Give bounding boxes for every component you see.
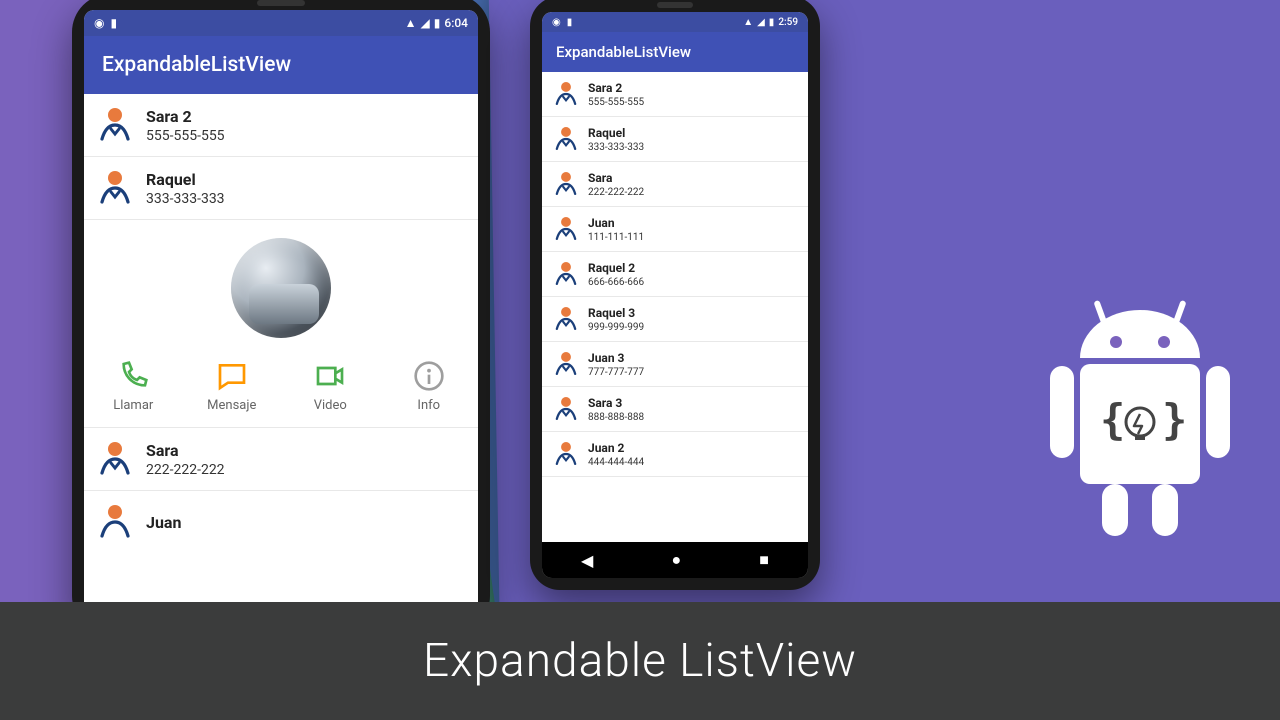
navigation-bar: ◀ ● ■	[542, 542, 808, 578]
banner-title: Expandable ListView	[423, 634, 857, 688]
wifi-icon: ▲	[405, 16, 417, 30]
contact-row[interactable]: Juan 2 444-444-444	[542, 432, 808, 477]
contact-name: Juan 2	[588, 441, 644, 455]
action-label: Llamar	[113, 398, 153, 413]
person-icon	[554, 125, 578, 153]
video-button[interactable]: Video	[295, 360, 365, 413]
svg-text:{: {	[1100, 395, 1125, 444]
contact-row[interactable]: Raquel 3 999-999-999	[542, 297, 808, 342]
notification-dot-icon: ◉	[552, 17, 561, 28]
app-title: ExpandableListView	[556, 43, 691, 61]
contact-row[interactable]: Juan 3 777-777-777	[542, 342, 808, 387]
contact-phone: 444-444-444	[588, 457, 644, 468]
person-icon	[554, 440, 578, 468]
contact-name: Juan	[146, 513, 181, 532]
action-label: Video	[314, 398, 347, 413]
contact-name: Raquel 2	[588, 261, 644, 275]
app-bar: ExpandableListView	[84, 36, 478, 94]
contact-phone: 333-333-333	[588, 142, 644, 153]
person-icon	[554, 260, 578, 288]
contact-phone: 666-666-666	[588, 277, 644, 288]
action-label: Mensaje	[207, 398, 256, 413]
contact-phone: 999-999-999	[588, 322, 644, 333]
contact-name: Raquel	[588, 126, 644, 140]
contact-name: Sara	[146, 441, 225, 460]
contact-row[interactable]: Sara 2 555-555-555	[84, 94, 478, 157]
android-robot-logo: { }	[1030, 300, 1250, 560]
nav-back-button[interactable]: ◀	[581, 551, 593, 570]
contact-name: Sara 3	[588, 396, 644, 410]
person-icon	[98, 440, 132, 478]
battery-charging-icon: ▮	[769, 17, 775, 28]
wifi-icon: ▲	[743, 17, 753, 28]
person-icon	[554, 305, 578, 333]
sd-card-icon: ▮	[110, 16, 117, 30]
screen-large: ◉ ▮ ▲ ◢ ▮ 6:04 ExpandableListView	[84, 10, 478, 618]
phone-icon	[117, 360, 149, 392]
contact-phone: 555-555-555	[146, 128, 225, 144]
contact-row[interactable]: Raquel 333-333-333	[542, 117, 808, 162]
title-banner: Expandable ListView	[0, 602, 1280, 720]
status-bar: ◉ ▮ ▲ ◢ ▮ 2:59	[542, 12, 808, 32]
phone-frame-large: ◉ ▮ ▲ ◢ ▮ 6:04 ExpandableListView	[72, 0, 490, 634]
contact-phone: 222-222-222	[588, 187, 644, 198]
contact-phone: 111-111-111	[588, 232, 644, 243]
message-button[interactable]: Mensaje	[197, 360, 267, 413]
contact-name: Sara 2	[588, 81, 644, 95]
contact-row[interactable]: Sara 222-222-222	[84, 428, 478, 491]
contact-phone: 222-222-222	[146, 462, 225, 478]
app-title: ExpandableListView	[102, 53, 291, 77]
signal-icon: ◢	[421, 16, 430, 30]
person-icon	[98, 169, 132, 207]
contact-row[interactable]: Sara 222-222-222	[542, 162, 808, 207]
clock-text: 6:04	[444, 16, 468, 30]
person-icon	[554, 80, 578, 108]
contact-name: Raquel	[146, 170, 225, 189]
contacts-list-large[interactable]: Sara 2 555-555-555 Raquel 333-333-333	[84, 94, 478, 618]
contact-detail-panel: Llamar Mensaje Video Info	[84, 220, 478, 428]
person-icon	[98, 503, 132, 541]
person-icon	[554, 395, 578, 423]
contact-name: Juan	[588, 216, 644, 230]
contact-avatar[interactable]	[231, 238, 331, 338]
svg-text:}: }	[1162, 395, 1187, 444]
sd-card-icon: ▮	[567, 17, 573, 28]
contact-phone: 555-555-555	[588, 97, 644, 108]
phone-frame-small: ◉ ▮ ▲ ◢ ▮ 2:59 ExpandableListView Sara 2…	[530, 0, 820, 590]
notification-dot-icon: ◉	[94, 16, 104, 30]
contact-row[interactable]: Raquel 333-333-333	[84, 157, 478, 220]
info-button[interactable]: Info	[394, 360, 464, 413]
clock-text: 2:59	[778, 17, 798, 28]
call-button[interactable]: Llamar	[98, 360, 168, 413]
contact-phone: 333-333-333	[146, 191, 225, 207]
contact-row[interactable]: Juan 111-111-111	[542, 207, 808, 252]
contact-row[interactable]: Juan	[84, 491, 478, 553]
person-icon	[554, 170, 578, 198]
person-icon	[98, 106, 132, 144]
status-bar: ◉ ▮ ▲ ◢ ▮ 6:04	[84, 10, 478, 36]
contact-row[interactable]: Sara 2 555-555-555	[542, 72, 808, 117]
contacts-list-small[interactable]: Sara 2 555-555-555 Raquel 333-333-333 Sa…	[542, 72, 808, 542]
person-icon	[554, 350, 578, 378]
action-label: Info	[417, 398, 440, 413]
contact-row[interactable]: Sara 3 888-888-888	[542, 387, 808, 432]
signal-icon: ◢	[757, 17, 765, 28]
contact-row[interactable]: Raquel 2 666-666-666	[542, 252, 808, 297]
app-bar: ExpandableListView	[542, 32, 808, 72]
contact-phone: 888-888-888	[588, 412, 644, 423]
screen-small: ◉ ▮ ▲ ◢ ▮ 2:59 ExpandableListView Sara 2…	[542, 12, 808, 578]
contact-name: Sara 2	[146, 107, 225, 126]
nav-home-button[interactable]: ●	[671, 550, 681, 570]
message-icon	[216, 360, 248, 392]
contact-name: Sara	[588, 171, 644, 185]
battery-charging-icon: ▮	[434, 16, 441, 30]
nav-recent-button[interactable]: ■	[759, 550, 769, 570]
videocam-icon	[314, 360, 346, 392]
person-icon	[554, 215, 578, 243]
contact-name: Juan 3	[588, 351, 644, 365]
contact-name: Raquel 3	[588, 306, 644, 320]
info-icon	[413, 360, 445, 392]
contact-phone: 777-777-777	[588, 367, 644, 378]
